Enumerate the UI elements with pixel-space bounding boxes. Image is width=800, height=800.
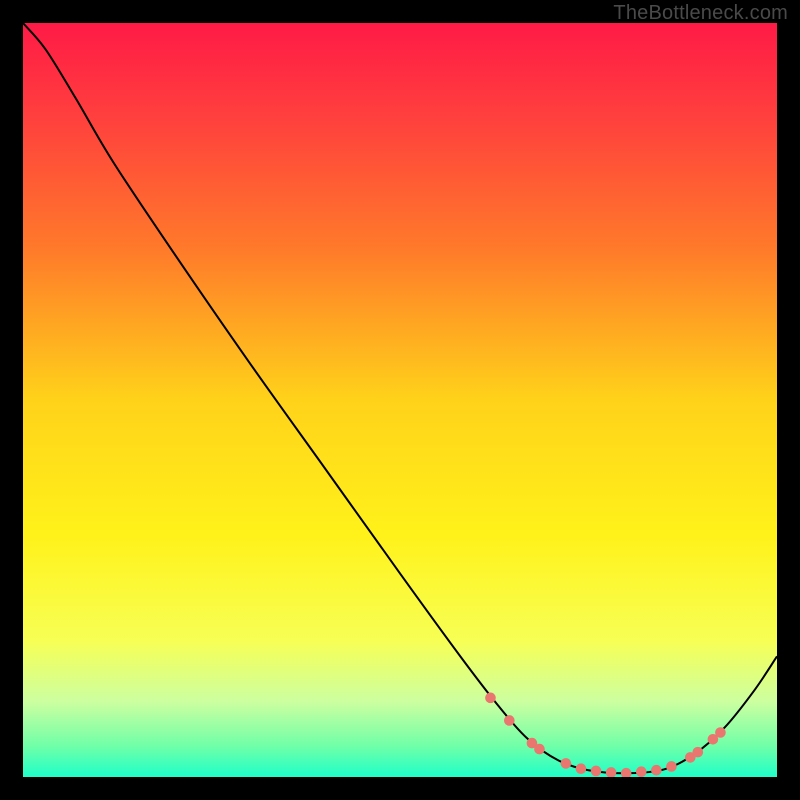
sample-dot <box>693 747 704 758</box>
sample-dot <box>576 763 587 774</box>
watermark-label: TheBottleneck.com <box>613 2 788 25</box>
sample-dot <box>666 761 677 772</box>
sample-dot <box>534 744 545 755</box>
sample-dot <box>561 758 572 769</box>
sample-dot <box>504 715 515 726</box>
sample-dot <box>651 765 662 776</box>
sample-dot <box>485 693 496 704</box>
sample-dot <box>591 766 602 777</box>
chart-svg <box>23 23 777 777</box>
chart-frame: TheBottleneck.com <box>0 0 800 800</box>
sample-dot <box>636 766 647 777</box>
plot-area <box>23 23 777 777</box>
gradient-background <box>23 23 777 777</box>
sample-dot <box>715 727 726 738</box>
